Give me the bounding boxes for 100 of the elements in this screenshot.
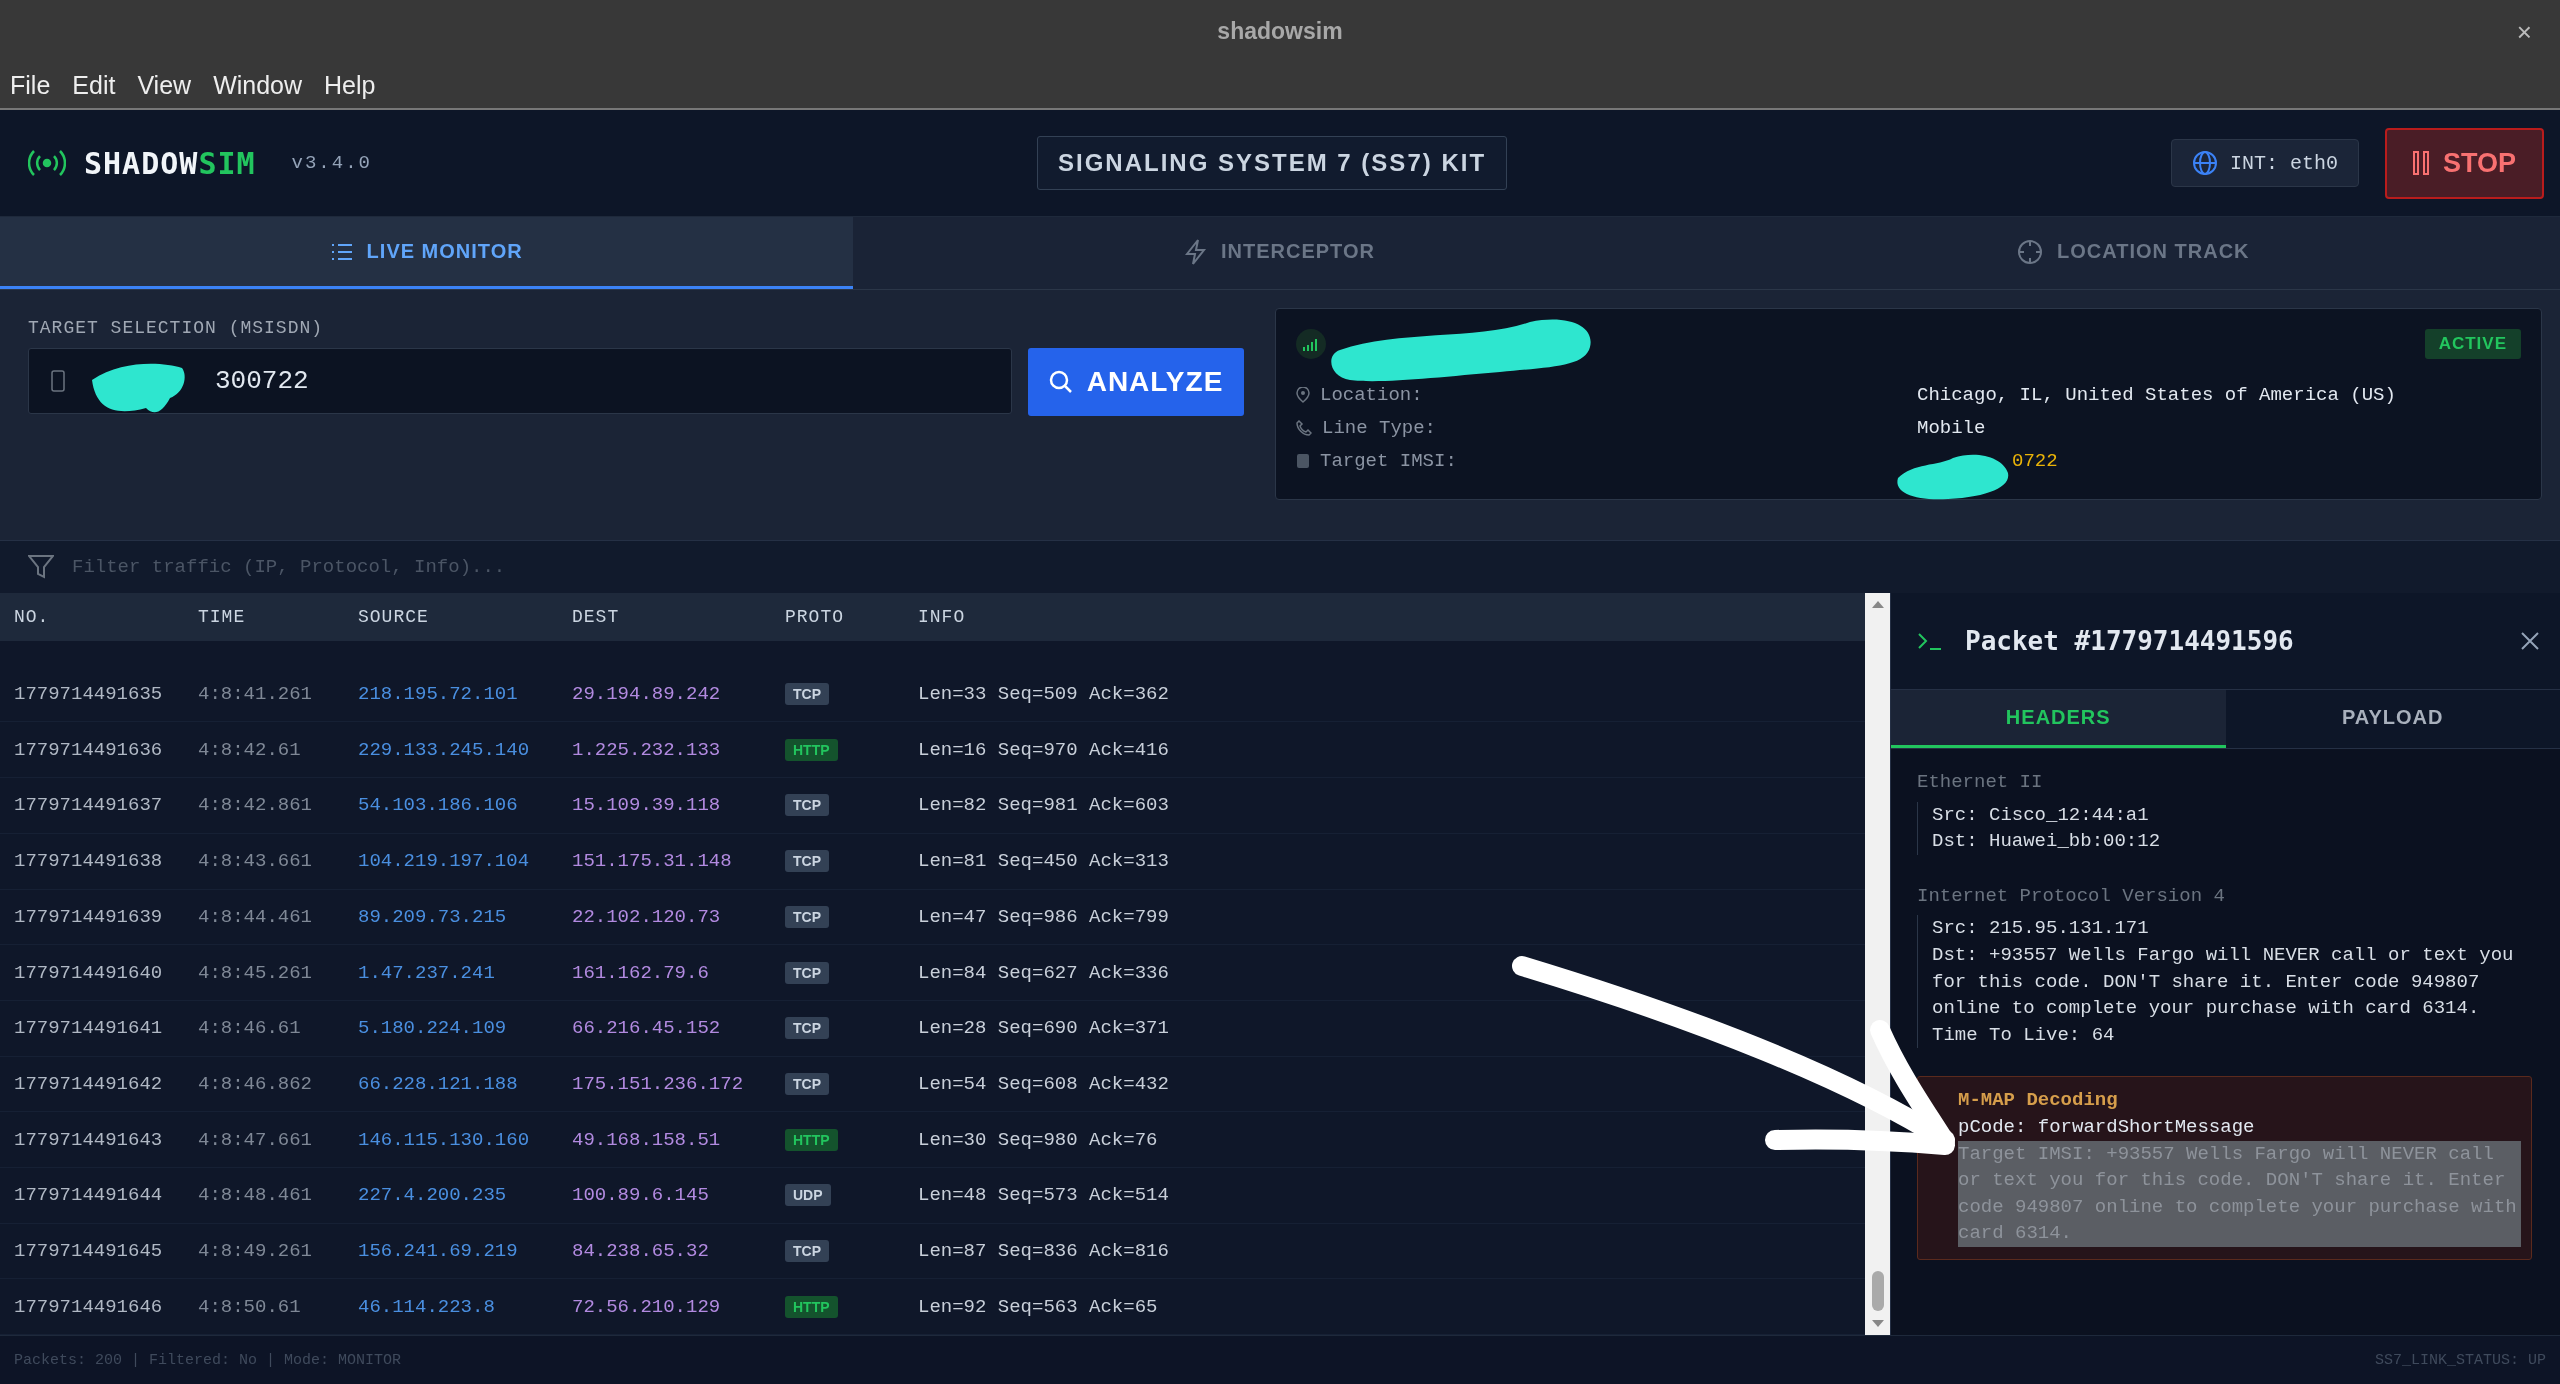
globe-icon <box>2191 150 2218 176</box>
column-header[interactable]: NO. <box>14 606 198 627</box>
table-cell-text: Len=81 Seq=450 Ack=313 <box>918 850 1170 873</box>
tab[interactable]: HEADERS <box>1891 690 2226 748</box>
table-cell-text: 1779714491638 <box>14 850 164 873</box>
version-label: v3.4.0 <box>291 152 372 174</box>
broadcast-icon <box>28 150 66 176</box>
section-title: Ethernet II <box>1917 770 2044 795</box>
table-cell-text: 22.102.120.73 <box>572 905 722 928</box>
crosshair-icon <box>2017 238 2044 265</box>
table-cell-text: 1779714491640 <box>14 961 164 984</box>
table-cell-text: 46.114.223.8 <box>358 1295 496 1318</box>
section-title: M-MAP Decoding <box>1958 1088 2119 1114</box>
search-icon <box>1048 370 1073 394</box>
table-cell-text: 4:8:43.661 <box>198 850 314 873</box>
menu-item[interactable]: File <box>10 70 51 100</box>
filter-field[interactable]: Filter traffic (IP, Protocol, Info)... <box>70 555 774 579</box>
table-cell-text: 84.238.65.32 <box>572 1239 710 1262</box>
menu-item[interactable]: Edit <box>72 70 116 100</box>
protocol-tag: TCP <box>785 961 829 984</box>
table-cell-text: 218.195.72.101 <box>358 683 519 706</box>
table-cell-text: Len=28 Seq=690 Ack=371 <box>918 1017 1170 1040</box>
menu-item[interactable]: Window <box>213 70 303 100</box>
table-cell-text: Len=16 Seq=970 Ack=416 <box>918 738 1170 761</box>
filter-icon <box>28 555 54 579</box>
tab[interactable]: PAYLOAD <box>2225 690 2560 748</box>
window-title: shadowsim <box>1217 17 1343 45</box>
table-cell-text: 1.47.237.241 <box>358 961 496 984</box>
close-icon[interactable] <box>2520 631 2540 651</box>
column-header[interactable]: DEST <box>572 606 785 627</box>
msisdn-field[interactable]: 300722 <box>28 348 1012 414</box>
table-cell-text: 104.219.197.104 <box>358 850 531 873</box>
protocol-tag: TCP <box>785 850 829 873</box>
protocol-tag: HTTP <box>785 1295 838 1318</box>
table-cell-text: 15.109.39.118 <box>572 794 722 817</box>
table-cell-text: 4:8:50.61 <box>198 1295 302 1318</box>
lightning-icon <box>1185 238 1207 265</box>
header-line: Time To Live: 64 <box>1932 1022 2116 1048</box>
info-label: Target IMSI: <box>1320 449 1457 472</box>
scroll-up-icon[interactable] <box>1870 599 1885 609</box>
menu-item[interactable]: Help <box>324 70 376 100</box>
table-cell-text: 4:8:42.861 <box>198 794 314 817</box>
table-cell-text: 1779714491646 <box>14 1295 164 1318</box>
table-cell-text: 5.180.224.109 <box>358 1017 508 1040</box>
table-cell-text: Len=84 Seq=627 Ack=336 <box>918 961 1170 984</box>
protocol-tag: TCP <box>785 1017 829 1040</box>
header-line: pCode: forwardShortMessage <box>1958 1114 2256 1140</box>
table-cell-text: 4:8:47.661 <box>198 1128 314 1151</box>
protocol-tag: TCP <box>785 1239 829 1262</box>
protocol-tag: TCP <box>785 794 829 817</box>
status-badge: ACTIVE <box>2424 329 2521 359</box>
table-cell-text: Len=48 Seq=573 Ack=514 <box>918 1184 1170 1207</box>
protocol-tag: TCP <box>785 1072 829 1095</box>
protocol-tag: HTTP <box>785 1128 838 1151</box>
table-cell-text: 66.216.45.152 <box>572 1017 722 1040</box>
column-header[interactable]: INFO <box>918 606 1865 627</box>
table-cell-text: 175.151.236.172 <box>572 1072 745 1095</box>
close-button[interactable]: × <box>2510 16 2538 49</box>
table-cell-text: 1779714491635 <box>14 683 164 706</box>
table-cell-text: 1779714491637 <box>14 794 164 817</box>
phone-icon <box>51 370 65 392</box>
scroll-thumb[interactable] <box>1871 1271 1884 1311</box>
tab[interactable]: LIVE MONITOR <box>0 217 854 289</box>
table-cell-text: 4:8:41.261 <box>198 683 314 706</box>
app-logo-text: SHADOWSIM <box>84 145 256 181</box>
table-cell-text: 229.133.245.140 <box>358 738 531 761</box>
table-cell-text: 54.103.186.106 <box>358 794 519 817</box>
column-header[interactable]: TIME <box>198 606 358 627</box>
table-cell-text: 49.168.158.51 <box>572 1128 722 1151</box>
interface-indicator: INT: eth0 <box>2170 139 2359 187</box>
table-cell-text: 1779714491636 <box>14 738 164 761</box>
phone-icon <box>1296 419 1312 436</box>
table-cell-text: 4:8:46.862 <box>198 1072 314 1095</box>
scrollbar[interactable] <box>1865 593 1890 1335</box>
table-cell-text: 72.56.210.129 <box>572 1295 722 1318</box>
table-cell-text: 1779714491641 <box>14 1017 164 1040</box>
table-cell-text: 4:8:48.461 <box>198 1184 314 1207</box>
table-cell-text: 1779714491643 <box>14 1128 164 1151</box>
analyze-button[interactable]: ANALYZE <box>1028 348 1244 416</box>
table-cell-text: 1779714491642 <box>14 1072 164 1095</box>
pause-icon <box>2412 151 2429 175</box>
table-cell-text: Len=47 Seq=986 Ack=799 <box>918 905 1170 928</box>
table-cell-text: 1779714491639 <box>14 905 164 928</box>
table-cell-text: 4:8:45.261 <box>198 961 314 984</box>
column-header[interactable]: PROTO <box>785 606 918 627</box>
info-value: 0722 <box>2012 449 2058 472</box>
stop-button[interactable]: STOP <box>2384 127 2544 199</box>
header-line: Dst: +93557 Wells Fargo will NEVER call or text you for this code. DON'T share it. Enter code 949807 online to complete your purchase with card 6314. <box>1932 942 2515 1022</box>
scroll-down-icon[interactable] <box>1870 1319 1885 1329</box>
field-label: TARGET SELECTION (MSISDN) <box>28 318 325 338</box>
column-header[interactable]: SOURCE <box>358 606 572 627</box>
kit-label: SIGNALING SYSTEM 7 (SS7) KIT <box>1037 136 1508 190</box>
chip-icon <box>1296 452 1310 469</box>
table-cell-text: 100.89.6.145 <box>572 1184 710 1207</box>
terminal-icon <box>1917 631 1943 651</box>
menu-item[interactable]: View <box>137 70 192 100</box>
table-cell-text: Len=92 Seq=563 Ack=65 <box>918 1295 1159 1318</box>
table-cell-text: Len=82 Seq=981 Ack=603 <box>918 794 1170 817</box>
protocol-tag: TCP <box>785 905 829 928</box>
header-line: Src: 215.95.131.171 <box>1932 916 2150 942</box>
